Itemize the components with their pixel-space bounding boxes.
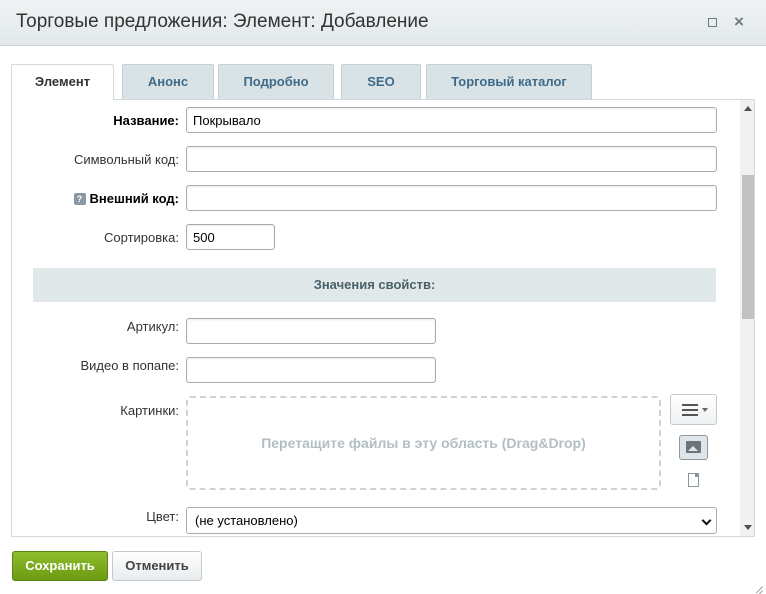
code-label: Символьный код: — [73, 152, 179, 167]
scroll-up-icon[interactable] — [744, 106, 752, 111]
image-icon[interactable] — [679, 435, 708, 460]
menu-lines-icon[interactable] — [670, 394, 717, 425]
close-icon[interactable]: × — [730, 13, 748, 31]
tab-announce[interactable]: Анонс — [122, 64, 214, 99]
article-input[interactable] — [186, 318, 436, 344]
external-code-label: ? Внешний код: — [12, 191, 179, 206]
code-input[interactable] — [186, 146, 717, 172]
article-label: Артикул: — [126, 319, 179, 334]
name-label: Название: — [113, 113, 179, 128]
tab-seo[interactable]: SEO — [341, 64, 421, 99]
video-label: Видео в попапе: — [80, 358, 179, 373]
external-code-label-text: Внешний код: — [89, 191, 179, 206]
resize-grip-icon[interactable] — [752, 580, 763, 594]
maximize-icon[interactable] — [703, 13, 721, 31]
sort-input[interactable] — [186, 224, 275, 250]
tab-trade-catalog[interactable]: Торговый каталог — [426, 64, 592, 99]
properties-section-heading: Значения свойств: — [33, 268, 716, 302]
vertical-scrollbar[interactable] — [740, 100, 754, 536]
file-dropzone[interactable]: Перетащите файлы в эту область (Drag&Dro… — [186, 396, 661, 490]
color-label: Цвет: — [146, 509, 179, 524]
save-button[interactable]: Сохранить — [12, 551, 108, 581]
scroll-down-icon[interactable] — [744, 525, 752, 530]
color-select[interactable]: (не установлено) — [186, 507, 717, 534]
cancel-button[interactable]: Отменить — [112, 551, 202, 581]
video-input[interactable] — [186, 357, 436, 383]
chevron-down-icon — [701, 515, 712, 526]
tab-details[interactable]: Подробно — [218, 64, 334, 99]
dialog-titlebar: Торговые предложения: Элемент: Добавлени… — [0, 0, 766, 46]
tab-content-panel: Название: Символьный код: ?Внешний код: … — [11, 99, 755, 537]
help-icon[interactable]: ? — [73, 193, 86, 205]
external-code-input[interactable] — [186, 185, 717, 211]
file-icon[interactable] — [688, 473, 699, 487]
pictures-label: Картинки: — [120, 403, 179, 418]
tab-element[interactable]: Элемент — [11, 64, 114, 100]
name-input[interactable] — [186, 107, 717, 133]
sort-label: Сортировка: — [104, 230, 179, 245]
scroll-thumb[interactable] — [742, 175, 754, 319]
color-select-value: (не установлено) — [195, 513, 298, 528]
dialog-title: Торговые предложения: Элемент: Добавлени… — [16, 11, 429, 32]
